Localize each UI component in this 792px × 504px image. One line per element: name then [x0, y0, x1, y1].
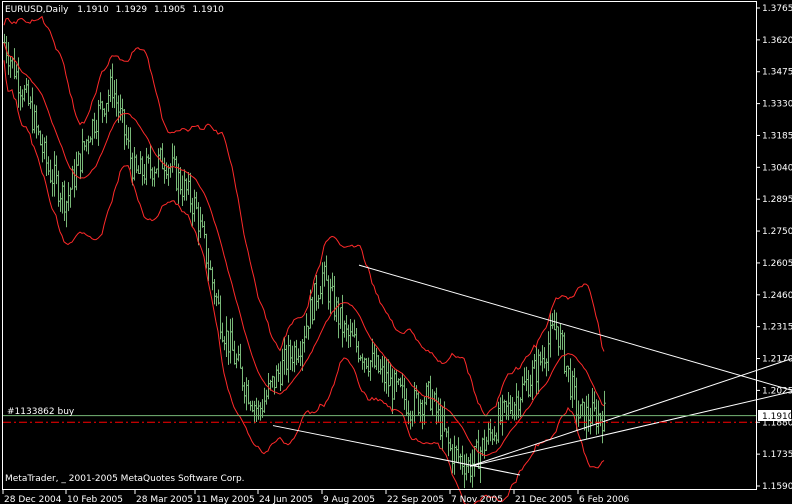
- price-tick-label: 1.2315: [762, 323, 792, 333]
- price-tag-text: 1.1910: [762, 412, 792, 422]
- order-label: #1133862 buy: [7, 407, 75, 417]
- copyright-watermark: MetaTrader, _ 2001-2005 MetaQuotes Softw…: [5, 474, 245, 484]
- price-tick-label: 1.1590: [762, 482, 792, 492]
- high-value: 1.1929: [116, 5, 148, 15]
- time-tick-label: 11 May 2005: [196, 495, 255, 504]
- price-tick-label: 1.3475: [762, 68, 792, 78]
- price-tick-label: 1.3765: [762, 4, 792, 14]
- open-value: 1.1910: [77, 5, 109, 15]
- time-tick-label: 9 Aug 2005: [323, 495, 375, 504]
- low-value: 1.1905: [154, 5, 186, 15]
- time-tick-label: 7 Nov 2005: [451, 495, 503, 504]
- time-tick-label: 10 Feb 2005: [67, 495, 123, 504]
- price-tick-label: 1.2895: [762, 195, 792, 205]
- price-tick-label: 1.2025: [762, 386, 792, 396]
- time-tick-label: 6 Feb 2006: [579, 495, 630, 504]
- price-tick-label: 1.3330: [762, 100, 792, 110]
- time-tick-label: 22 Sep 2005: [387, 495, 444, 504]
- time-tick-label: 24 Jun 2005: [259, 495, 313, 504]
- price-tick-label: 1.2170: [762, 355, 792, 365]
- price-tick-label: 1.3040: [762, 163, 792, 173]
- plot-background: [0, 0, 792, 504]
- price-tick-label: 1.3620: [762, 36, 792, 46]
- time-tick-label: 28 Dec 2004: [4, 495, 62, 504]
- time-tick-label: 28 Mar 2005: [136, 495, 193, 504]
- price-tick-label: 1.1735: [762, 450, 792, 460]
- price-chart[interactable]: 1.3765 1.3620 1.3475 1.3330 1.3185 1.3040 1.28…: [0, 0, 792, 504]
- price-tick-label: 1.2750: [762, 227, 792, 237]
- price-tick-label: 1.2460: [762, 291, 792, 301]
- close-value: 1.1910: [192, 5, 224, 15]
- time-tick-label: 21 Dec 2005: [515, 495, 573, 504]
- price-tick-label: 1.3185: [762, 131, 792, 141]
- price-tick-label: 1.2605: [762, 259, 792, 269]
- symbol-label: EURUSD,Daily: [5, 5, 69, 15]
